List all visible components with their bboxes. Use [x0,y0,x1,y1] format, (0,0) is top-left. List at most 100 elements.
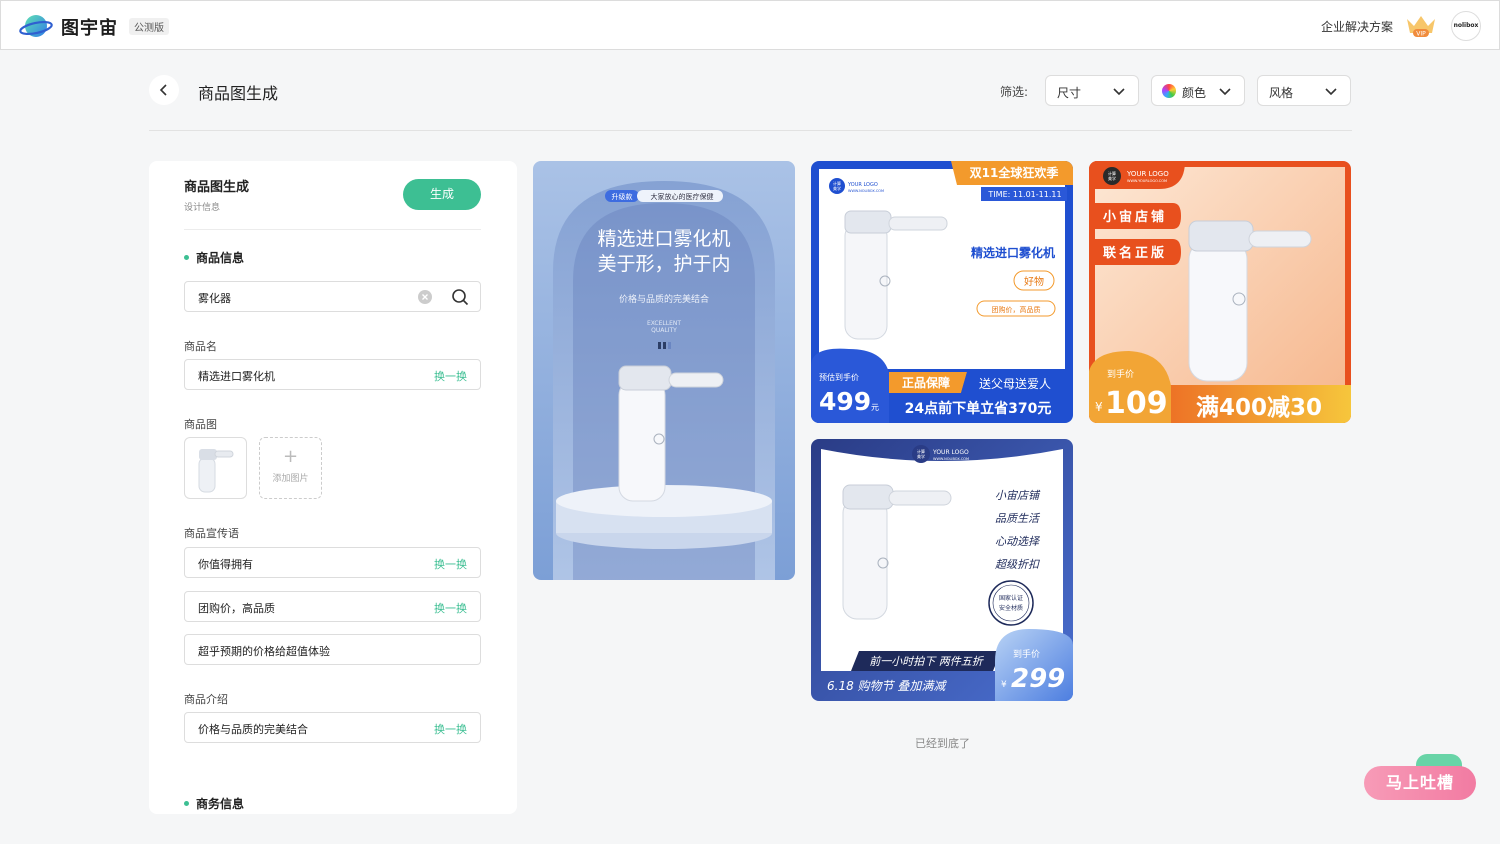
card2-pill2: 团购价，高品质 [992,305,1041,314]
business-info-heading-text: 商务信息 [196,797,245,811]
card2-price: 499 [819,387,871,416]
slogan-label: 商品宣传语 [184,527,239,540]
panel-subtitle: 设计信息 [184,203,221,213]
swap-button[interactable]: 换一换 [434,556,467,572]
chevron-down-icon [1219,88,1231,96]
top-bar: 图宇宙 公测版 企业解决方案 VIP nolibox [0,0,1500,50]
card4-currency: ¥ [1001,680,1007,690]
color-filter-label: 颜色 [1182,86,1207,100]
product-info-heading: 商品信息 [184,249,244,266]
card4-band2: 6.18 购物节 叠加满减 [827,679,947,693]
card-3-artwork: 计算 美学 YOUR LOGO WWW.YOURLOGO.COM 小宙店铺 联名… [1089,161,1351,423]
card1-tag1: EXCELLENT [647,320,681,327]
feedback-button[interactable]: 马上吐槽 [1364,766,1476,800]
chevron-down-icon [1325,88,1337,96]
color-filter-dropdown[interactable]: 颜色 [1151,75,1245,106]
card4-price: 299 [1011,664,1065,694]
slogan-field[interactable]: 团购价，高品质 换一换 [184,591,481,622]
card4-price-label: 到手价 [1013,648,1040,660]
card4-line: 超级折扣 [995,558,1040,571]
product-card-4[interactable]: 计算 美学 YOUR LOGO WWW.NOLIBOX.COM 小宙店铺 品质生… [811,439,1073,701]
swap-button[interactable]: 换一换 [434,368,467,384]
intro-value: 价格与品质的完美结合 [198,723,308,736]
slogan-value: 超乎预期的价格给超值体验 [198,645,330,658]
product-card-2[interactable]: 双11全球狂欢季 TIME: 11.01-11.11 计算 美学 YOUR LO… [811,161,1073,423]
card2-price-unit: 元 [871,403,879,412]
swap-button[interactable]: 换一换 [434,721,467,737]
plus-icon: + [282,446,299,467]
search-icon[interactable] [451,288,469,306]
card3-promo: 满400减30 [1196,395,1322,421]
user-avatar[interactable]: nolibox [1451,11,1481,41]
planet-logo-icon[interactable] [19,11,53,41]
product-image-label: 商品图 [184,418,217,431]
slogan-value: 团购价，高品质 [198,602,275,615]
style-filter-dropdown[interactable]: 风格 [1257,75,1351,106]
clear-icon[interactable] [418,290,432,304]
page-title: 商品图生成 [198,84,279,103]
card3-tag1: 小宙店铺 [1103,209,1167,225]
card2-logo-url: WWW.NOLIBOX.COM [848,189,884,193]
card2-band1: 正品保障 [902,375,950,390]
card1-headline2: 美于形，护于内 [597,253,730,275]
header-divider [149,130,1352,131]
card4-band1: 前一小时拍下 两件五折 [869,655,984,668]
card3-logo-url: WWW.YOURLOGO.COM [1127,179,1167,183]
product-name-field[interactable]: 精选进口雾化机 换一换 [184,359,481,390]
card3-tag2: 联名正版 [1103,245,1167,261]
card2-logo-name: YOUR LOGO [847,182,878,188]
vip-label: VIP [1416,31,1426,38]
beta-badge: 公测版 [129,18,169,35]
slogan-field[interactable]: 你值得拥有 换一换 [184,547,481,578]
card4-logo-bottom: 美学 [917,453,925,459]
style-filter-label: 风格 [1269,86,1294,100]
card1-badge2: 大家放心的医疗保健 [651,192,714,201]
add-image-label: 添加图片 [272,474,309,484]
generate-button[interactable]: 生成 [403,179,481,210]
section-dot [184,255,189,260]
product-info-heading-text: 商品信息 [196,251,245,265]
card-4-artwork: 计算 美学 YOUR LOGO WWW.NOLIBOX.COM 小宙店铺 品质生… [811,439,1073,701]
nebulizer-image [198,449,234,493]
swap-button[interactable]: 换一换 [434,600,467,616]
back-button[interactable] [149,75,179,105]
card4-seal2: 安全材质 [999,604,1023,612]
card4-line: 品质生活 [995,512,1041,525]
product-image-thumbnail[interactable] [184,437,247,499]
card-1-artwork: 升级款 大家放心的医疗保健 精选进口雾化机 美于形，护于内 价格与品质的完美结合… [533,161,795,580]
product-name-value: 精选进口雾化机 [198,370,275,383]
design-panel: 商品图生成 设计信息 生成 商品信息 雾化器 商品名 精选进口雾化机 换一换 商… [149,161,517,814]
section-dot [184,801,189,806]
filter-label: 筛选: [1000,85,1029,99]
search-value: 雾化器 [198,292,231,305]
card4-seal1: 国家认证 [999,594,1023,602]
brand-name[interactable]: 图宇宙 [61,14,118,40]
vip-crown-icon[interactable]: VIP [1405,13,1437,39]
intro-field[interactable]: 价格与品质的完美结合 换一换 [184,712,481,743]
panel-title: 商品图生成 [184,180,250,195]
product-search-input[interactable]: 雾化器 [184,281,481,312]
product-card-3[interactable]: 计算 美学 YOUR LOGO WWW.YOURLOGO.COM 小宙店铺 联名… [1089,161,1351,423]
add-image-button[interactable]: + 添加图片 [259,437,322,499]
color-wheel-icon [1162,84,1176,98]
card2-pill: 好物 [1024,275,1044,288]
size-filter-label: 尺寸 [1057,86,1082,100]
product-name-label: 商品名 [184,340,217,353]
card2-top-banner: 双11全球狂欢季 [970,165,1060,180]
card3-price: 109 [1105,386,1168,421]
panel-divider [184,229,481,230]
card3-logo-bottom: 美学 [1108,175,1116,181]
product-card-1[interactable]: 升级款 大家放心的医疗保健 精选进口雾化机 美于形，护于内 价格与品质的完美结合… [533,161,795,580]
card4-logo-url: WWW.NOLIBOX.COM [933,457,969,461]
card4-line: 小宙店铺 [995,489,1041,502]
card2-price-label: 预估到手价 [819,372,859,382]
enterprise-solutions-link[interactable]: 企业解决方案 [1321,18,1393,35]
card1-sub: 价格与品质的完美结合 [619,293,709,305]
card2-headline: 精选进口雾化机 [971,245,1055,260]
slogan-field[interactable]: 超乎预期的价格给超值体验 [184,634,481,665]
size-filter-dropdown[interactable]: 尺寸 [1045,75,1139,106]
card1-badge1: 升级款 [612,192,633,201]
card2-band3: 24点前下单立省370元 [905,400,1052,417]
card1-headline1: 精选进口雾化机 [597,228,730,250]
card3-currency: ¥ [1095,400,1103,414]
